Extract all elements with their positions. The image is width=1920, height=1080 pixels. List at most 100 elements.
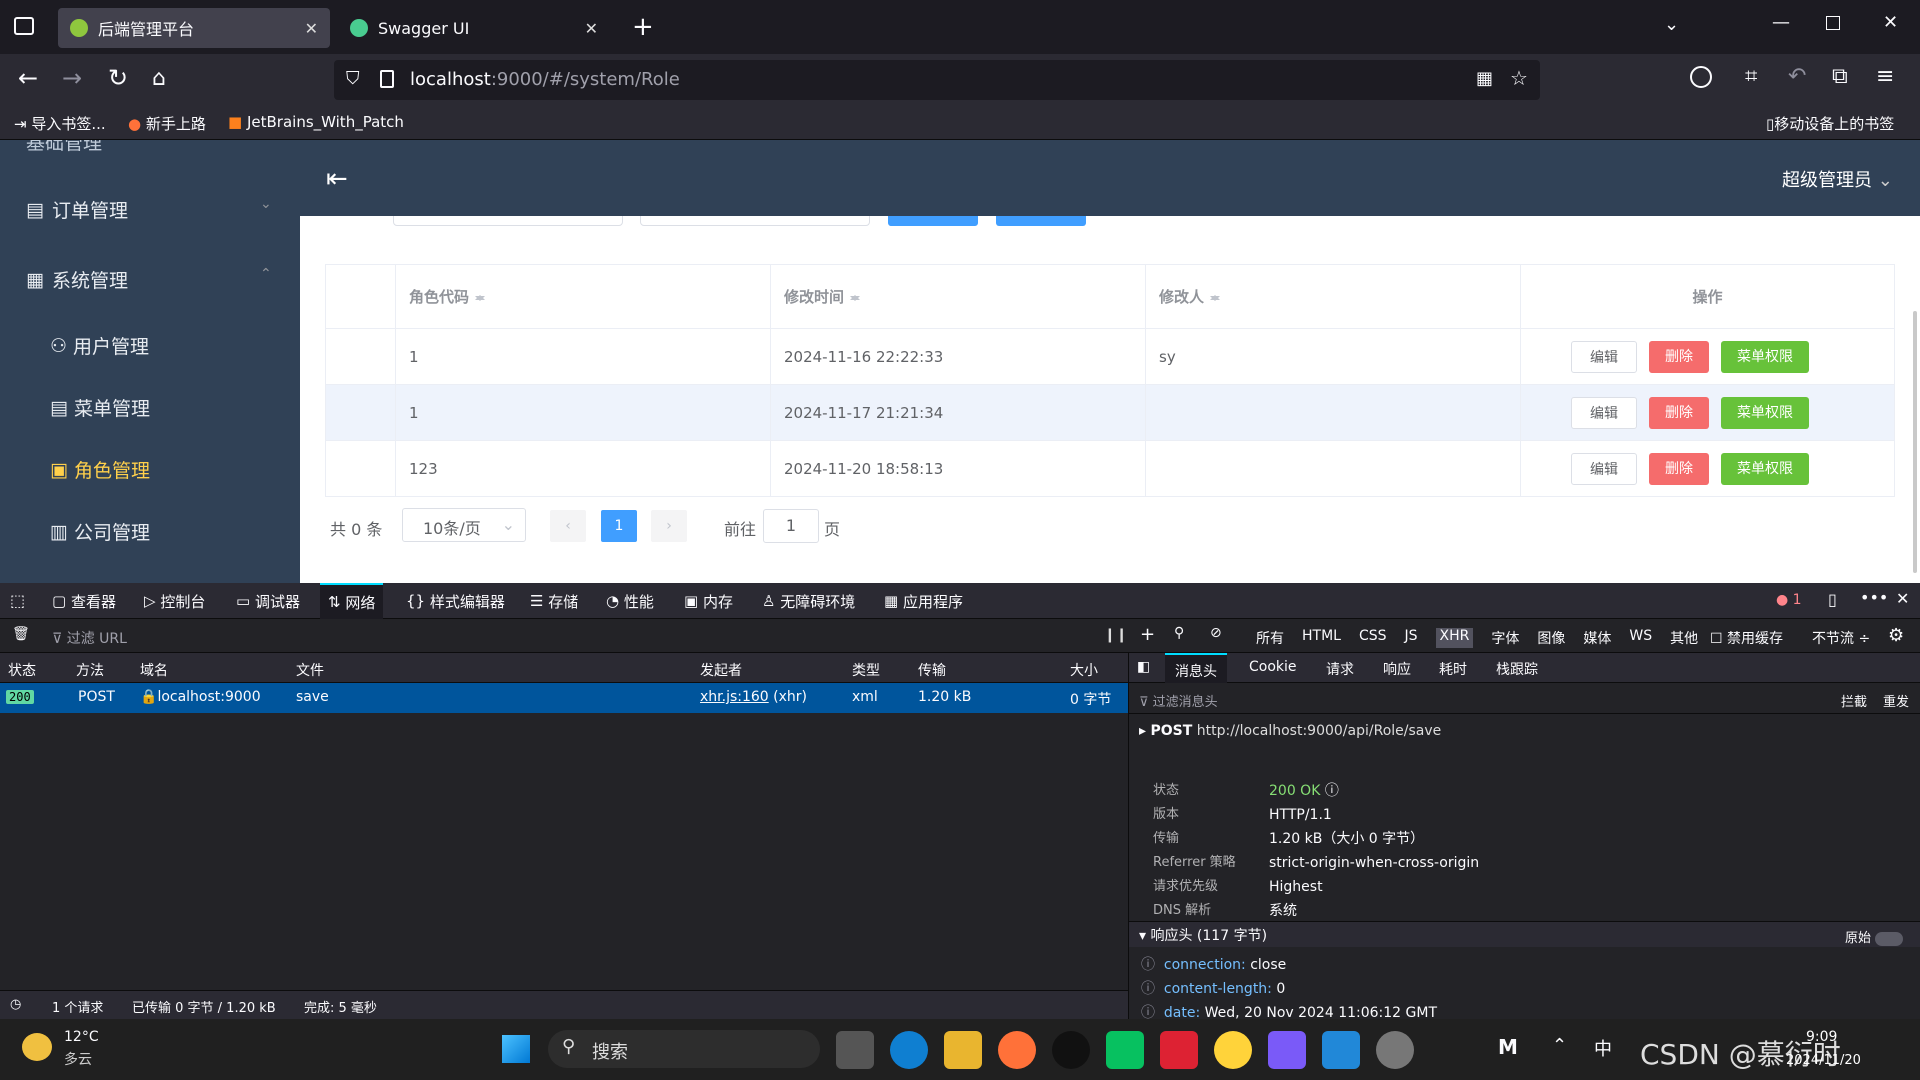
close-icon[interactable]: ✕ [585, 19, 598, 38]
menu-permission-button[interactable]: 菜单权限 [1721, 396, 1809, 429]
page-size-select[interactable]: 10条/页 ⌄ [402, 508, 526, 542]
firefox-icon[interactable] [998, 1031, 1036, 1069]
toggle-switch[interactable] [1875, 931, 1904, 946]
dock-icon[interactable]: ▯ [1828, 590, 1837, 609]
resend-button[interactable]: 重发 [1883, 691, 1909, 710]
tab-storage[interactable]: ☰ 存储 [530, 583, 578, 619]
ime-indicator[interactable]: 中 [1594, 1035, 1612, 1061]
tab-headers[interactable]: 消息头 [1165, 653, 1227, 683]
filter-headers-input[interactable]: ⊽ 过滤消息头 [1139, 691, 1218, 710]
filter-other[interactable]: 其他 [1670, 628, 1698, 648]
close-icon[interactable]: ✕ [305, 19, 318, 38]
restore-icon[interactable] [1826, 16, 1840, 30]
filter-font[interactable]: 字体 [1491, 628, 1519, 648]
close-devtools-icon[interactable]: ✕ [1896, 589, 1909, 608]
url-bar[interactable]: ⛉ localhost:9000/#/system/Role ▦ ☆ [334, 60, 1540, 100]
home-icon[interactable]: ⌂ [152, 66, 166, 91]
sidebar-item-company[interactable]: ▥ 公司管理 [50, 518, 150, 545]
more-icon[interactable]: ••• [1860, 588, 1888, 607]
sidebar-item-users[interactable]: ⚇ 用户管理 [50, 332, 149, 359]
timer-icon[interactable]: ◷ [10, 997, 21, 1012]
col-role-code[interactable]: 角色代码 [395, 264, 771, 329]
sort-icon[interactable] [850, 290, 861, 306]
edit-button[interactable]: 编辑 [1571, 396, 1637, 429]
col-status[interactable]: 状态 [8, 660, 36, 680]
forward-icon[interactable]: → [62, 64, 82, 92]
col-size[interactable]: 大小 [1070, 660, 1098, 680]
clock-date[interactable]: 2024/11/20 [1786, 1053, 1861, 1068]
edit-button[interactable]: 编辑 [1571, 452, 1637, 485]
col-type[interactable]: 类型 [852, 660, 880, 680]
error-count[interactable]: ● 1 [1776, 592, 1802, 608]
star-icon[interactable]: ☆ [1510, 66, 1528, 90]
intellij-icon[interactable] [1268, 1031, 1306, 1069]
back-icon[interactable]: ← [18, 64, 38, 92]
tab-performance[interactable]: ◔ 性能 [606, 583, 654, 619]
folder-icon[interactable] [944, 1031, 982, 1069]
prev-page-button[interactable]: ‹ [550, 510, 586, 542]
tab-accessibility[interactable]: ♙ 无障碍环境 [762, 583, 855, 619]
tab-cookie[interactable]: Cookie [1249, 659, 1297, 675]
bookmark-import[interactable]: ⇥ 导入书签... [14, 113, 106, 134]
delete-button[interactable]: 删除 [1649, 340, 1709, 373]
scrollbar[interactable] [1913, 311, 1917, 573]
help-icon[interactable]: ⓘ [1325, 783, 1339, 799]
picker-icon[interactable]: ⬚ [10, 591, 25, 610]
next-page-button[interactable]: › [651, 510, 687, 542]
sidebar-item-menus[interactable]: ▤ 菜单管理 [50, 394, 150, 421]
undo-icon[interactable]: ↶ [1788, 64, 1806, 89]
wechat-icon[interactable] [1106, 1031, 1144, 1069]
tab-list-icon[interactable] [14, 17, 34, 35]
filter-ws[interactable]: WS [1629, 628, 1652, 648]
taskbar-search[interactable]: ⚲ 搜索 [548, 1030, 820, 1068]
weather-icon[interactable] [22, 1033, 52, 1061]
sort-icon[interactable] [475, 290, 486, 306]
sidebar-toggle-icon[interactable]: ◧ [1137, 659, 1150, 675]
menu-permission-button[interactable]: 菜单权限 [1721, 452, 1809, 485]
block-icon[interactable]: ⊘ [1210, 625, 1222, 641]
media-player-icon[interactable] [1376, 1031, 1414, 1069]
filter-image[interactable]: 图像 [1537, 628, 1565, 648]
tab-console[interactable]: ▷ 控制台 [144, 583, 205, 619]
col-file[interactable]: 文件 [296, 660, 324, 680]
chevron-down-icon[interactable]: ⌄ [1664, 14, 1679, 35]
request-summary[interactable]: ▸ POST http://localhost:9000/api/Role/sa… [1139, 723, 1441, 739]
task-view-icon[interactable] [836, 1031, 874, 1069]
tab-style-editor[interactable]: {} 样式编辑器 [406, 583, 505, 619]
request-row[interactable]: 200 POST 🔒localhost:9000 save xhr.js:160… [0, 683, 1128, 713]
add-button[interactable] [996, 216, 1086, 226]
disable-cache-checkbox[interactable]: ☐ 禁用缓存 [1710, 628, 1783, 648]
shield-icon[interactable]: ⛉ [346, 68, 360, 89]
menu-permission-button[interactable]: 菜单权限 [1721, 340, 1809, 373]
windows-start-icon[interactable] [502, 1035, 530, 1063]
sort-icon[interactable] [1210, 290, 1221, 306]
account-icon[interactable] [1690, 66, 1712, 88]
tab-swagger[interactable]: Swagger UI ✕ [338, 8, 610, 48]
search-input-1[interactable] [393, 216, 623, 226]
weather-desc[interactable]: 多云 [64, 1049, 92, 1069]
url-text[interactable]: localhost:9000/#/system/Role [410, 69, 680, 90]
page-1-button[interactable]: 1 [601, 510, 637, 542]
edge-icon[interactable] [890, 1031, 928, 1069]
col-initiator[interactable]: 发起者 [700, 660, 742, 680]
qq-icon[interactable] [1052, 1031, 1090, 1069]
response-headers-toggle[interactable]: ▾ 响应头 (117 字节) [1139, 925, 1267, 945]
app-tray-icon[interactable]: M [1498, 1035, 1518, 1059]
filter-js[interactable]: JS [1405, 628, 1418, 648]
new-tab-icon[interactable]: + [632, 12, 654, 42]
sidebar-item-orders[interactable]: ▤ 订单管理 [26, 196, 128, 223]
filter-media[interactable]: 媒体 [1583, 628, 1611, 648]
sidebar-item-basic[interactable]: 基础管理 [26, 140, 102, 155]
minimize-icon[interactable]: — [1772, 12, 1790, 33]
col-domain[interactable]: 域名 [140, 660, 168, 680]
col-method[interactable]: 方法 [76, 660, 104, 680]
weather-temp[interactable]: 12°C [64, 1029, 99, 1045]
tab-stack-trace[interactable]: 栈跟踪 [1496, 659, 1538, 679]
delete-button[interactable]: 删除 [1649, 396, 1709, 429]
user-dropdown[interactable]: 超级管理员 ⌄ [1782, 166, 1893, 192]
request-initiator[interactable]: xhr.js:160 (xhr) [700, 689, 807, 705]
tab-debugger[interactable]: ▭ 调试器 [236, 583, 300, 619]
search-button[interactable] [888, 216, 978, 226]
close-window-icon[interactable]: ✕ [1883, 12, 1898, 33]
throttle-select[interactable]: 不节流 ÷ [1812, 628, 1870, 648]
